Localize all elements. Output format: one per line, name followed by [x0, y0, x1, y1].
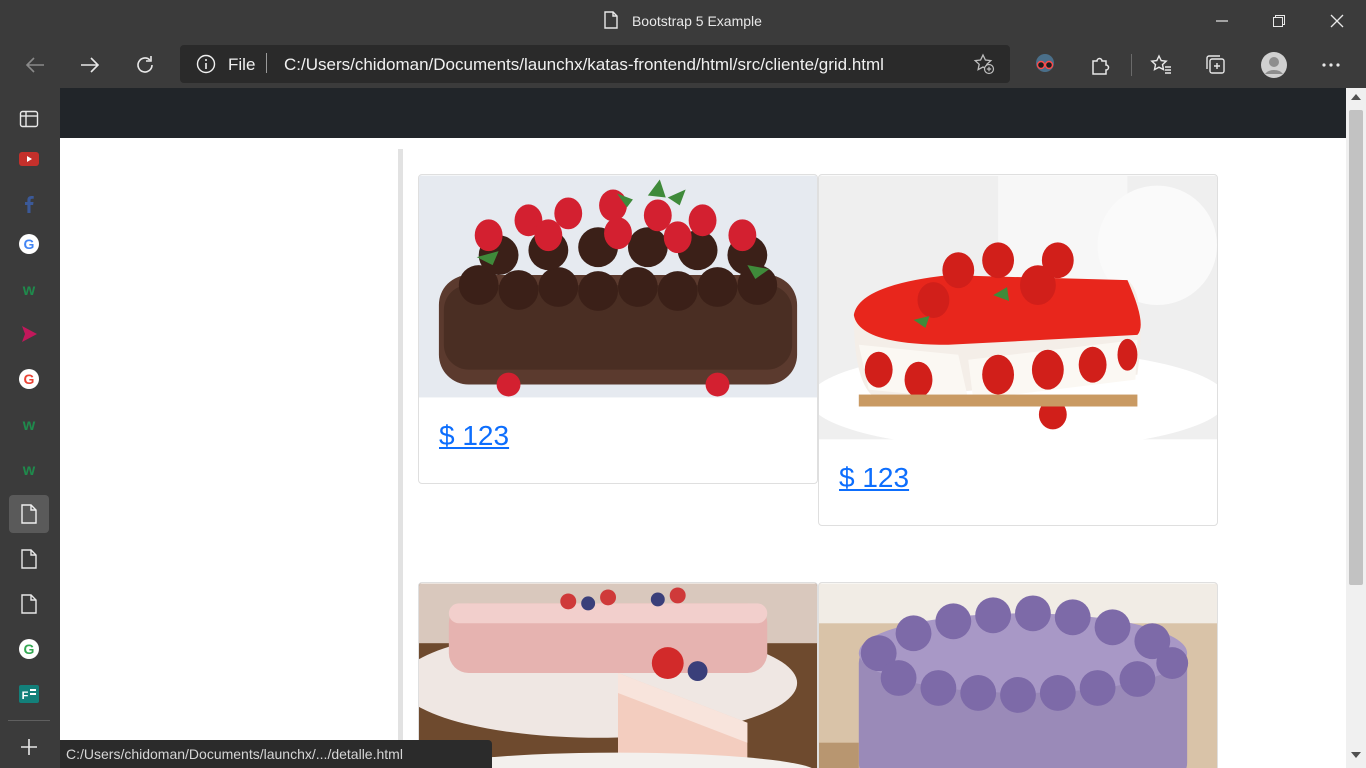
tab-item[interactable]: [9, 540, 49, 578]
toolbar-divider: [1131, 54, 1132, 76]
minimize-icon: [1216, 20, 1228, 22]
refresh-icon: [137, 56, 153, 73]
price-link[interactable]: $ 123: [439, 420, 509, 452]
address-separator: [266, 53, 267, 73]
page-viewport: $ 123 $ 123: [60, 88, 1346, 768]
tab-item[interactable]: G: [9, 225, 49, 263]
restore-button[interactable]: [1251, 0, 1307, 42]
svg-text:G: G: [24, 371, 35, 387]
address-scheme: File: [228, 55, 256, 74]
favorites-icon: [1150, 54, 1171, 74]
tab-item[interactable]: G: [9, 360, 49, 398]
link-status-bubble: C:/Users/chidoman/Documents/launchx/.../…: [60, 740, 492, 768]
title-bar: Bootstrap 5 Example: [0, 0, 1366, 42]
puzzle-icon: [1092, 57, 1110, 75]
svg-text:w: w: [22, 282, 36, 297]
tab-item[interactable]: w: [9, 270, 49, 308]
collections-icon: [1206, 55, 1225, 74]
tab-item[interactable]: F: [9, 675, 49, 713]
page-icon: [21, 504, 37, 524]
page-navbar: [60, 88, 1346, 138]
profile-button[interactable]: [1256, 47, 1292, 83]
product-card[interactable]: $ 123: [818, 174, 1218, 526]
arrow-right-icon: [81, 57, 100, 73]
window-title: Bootstrap 5 Example: [631, 13, 762, 29]
vertical-tab-strip: G w G w w G F: [0, 88, 60, 768]
svg-text:G: G: [24, 236, 35, 252]
favorites-button[interactable]: [1143, 47, 1179, 83]
product-image: [819, 175, 1217, 440]
w-site-icon: w: [22, 282, 36, 297]
settings-more-button[interactable]: [1313, 47, 1349, 83]
sidebar-toggle-icon: [19, 110, 39, 128]
google-icon: G: [19, 639, 39, 659]
scrollbar-thumb[interactable]: [1349, 110, 1363, 585]
product-card[interactable]: $ 123: [418, 174, 818, 484]
play-icon: [22, 326, 37, 342]
google-icon: G: [19, 234, 39, 254]
tab-item[interactable]: [9, 585, 49, 623]
svg-text:w: w: [22, 417, 36, 432]
tab-item[interactable]: w: [9, 450, 49, 488]
tab-item[interactable]: [9, 315, 49, 353]
svg-text:w: w: [22, 462, 36, 477]
page-icon: [21, 549, 37, 569]
page-icon: [21, 594, 37, 614]
arrow-left-icon: [25, 57, 44, 73]
extension-glasses-button[interactable]: [1027, 47, 1063, 83]
w-site-icon: w: [22, 462, 36, 477]
browser-toolbar: File C:/Users/chidoman/Documents/launchx…: [0, 42, 1366, 88]
info-icon[interactable]: [196, 54, 216, 79]
svg-text:G: G: [24, 641, 35, 657]
new-tab-button[interactable]: [9, 728, 49, 766]
tab-actions-button[interactable]: [9, 100, 49, 138]
close-button[interactable]: [1309, 0, 1365, 42]
restore-icon: [1273, 15, 1285, 27]
page-scrollbar[interactable]: [1346, 88, 1366, 768]
tab-strip-divider: [8, 720, 50, 721]
w-site-icon: w: [22, 417, 36, 432]
product-image: [819, 583, 1217, 768]
glasses-icon: [1036, 54, 1054, 72]
plus-icon: [21, 739, 37, 755]
address-url[interactable]: C:/Users/chidoman/Documents/launchx/kata…: [284, 55, 884, 75]
scroll-up-arrow-icon[interactable]: [1351, 94, 1361, 100]
collections-button[interactable]: [1198, 47, 1234, 83]
facebook-icon: [25, 196, 34, 213]
forms-icon: F: [19, 685, 39, 703]
window-title-area: Bootstrap 5 Example: [0, 11, 1366, 32]
tab-item[interactable]: [9, 140, 49, 178]
more-icon: [1322, 63, 1340, 67]
google-icon: G: [19, 369, 39, 389]
address-bar[interactable]: File C:/Users/chidoman/Documents/launchx…: [180, 45, 1010, 83]
tab-item[interactable]: w: [9, 405, 49, 443]
tab-item[interactable]: G: [9, 630, 49, 668]
product-image: [419, 175, 817, 398]
forward-button[interactable]: [72, 47, 108, 83]
avatar: [1261, 52, 1287, 78]
scroll-down-arrow-icon[interactable]: [1351, 752, 1361, 758]
back-button[interactable]: [17, 47, 53, 83]
vertical-divider: [398, 149, 403, 768]
price-link[interactable]: $ 123: [839, 462, 909, 494]
refresh-button[interactable]: [127, 47, 163, 83]
tab-item-active[interactable]: [9, 495, 49, 533]
tab-item[interactable]: [9, 185, 49, 223]
youtube-icon: [19, 152, 39, 166]
page-icon: [604, 11, 618, 32]
svg-text:F: F: [22, 690, 29, 702]
product-card[interactable]: [818, 582, 1218, 768]
extensions-button[interactable]: [1082, 47, 1118, 83]
close-icon: [1330, 14, 1344, 28]
add-favorite-icon[interactable]: [973, 53, 995, 80]
minimize-button[interactable]: [1194, 0, 1250, 42]
